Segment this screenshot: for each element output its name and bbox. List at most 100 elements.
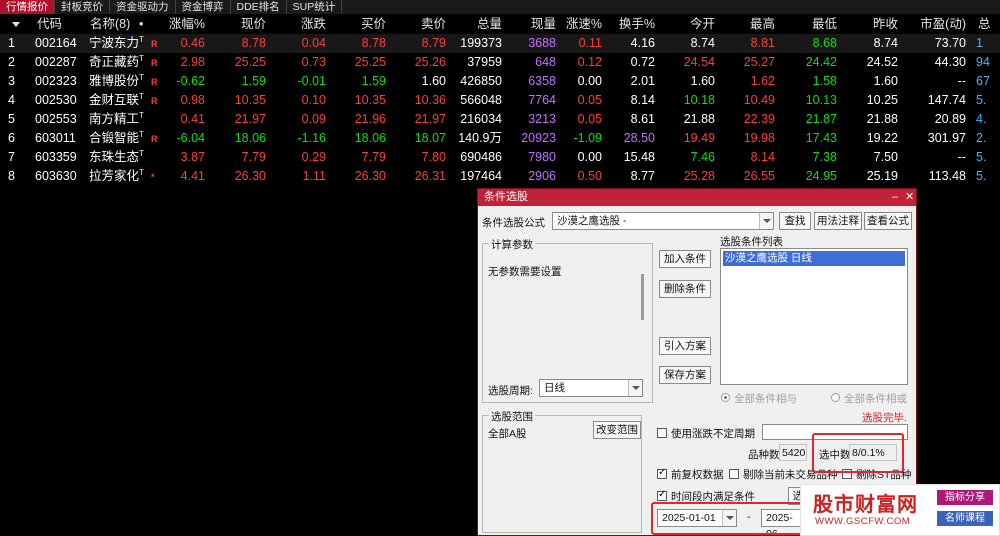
table-row[interactable]: 1 002164 宁波东力 0.46 8.78 0.04 8.78 8.79 199373 368… [0,34,1000,53]
tab-sup-stats[interactable]: SUP统计 [287,0,343,14]
chevron-down-icon[interactable] [628,380,642,396]
column-header[interactable]: 昨收 [850,14,898,34]
formula-select[interactable]: 沙漠之鹰选股 - [552,212,774,230]
minimize-icon[interactable]: – [892,189,898,206]
table-row[interactable]: 5 002553 南方精工 0.41 21.97 0.09 21.96 21.97 216034… [0,110,1000,129]
params-text: 无参数需要设置 [488,266,562,278]
cell-low: 10.13 [805,93,837,107]
cell-open: 8.74 [690,36,715,50]
table-row[interactable]: 4 002530 金财互联 0.98 10.35 0.10 10.35 10.36 566048… [0,91,1000,110]
usage-notes-button[interactable]: 用法注释 [814,212,862,230]
cell-idx: 1 [8,36,15,50]
cell-spd: 0.50 [577,169,602,183]
cell-low: 17.43 [805,131,837,145]
column-header[interactable]: • [139,14,143,34]
cell-chg-pct: 0.46 [180,36,205,50]
cell-pe: -- [957,150,966,164]
column-header[interactable]: 卖价 [400,14,446,34]
cell-price: 18.06 [234,131,266,145]
tab-dde-rank[interactable]: DDE排名 [231,0,287,14]
column-header[interactable]: 总量 [452,14,502,34]
cell-open: 24.54 [683,55,715,69]
close-icon[interactable]: ✕ [905,189,914,206]
table-row[interactable]: 3 002323 雅博股份 -0.62 1.59 -0.01 1.59 1.60 426850 6… [0,72,1000,91]
column-header[interactable]: 最高 [730,14,775,34]
cell-open: 19.49 [683,131,715,145]
table-row[interactable]: 8 603630 拉芳家化 4.41 26.30 1.11 26.30 26.31 197464… [0,167,1000,186]
cell-high: 19.98 [743,131,775,145]
save-plan-button[interactable]: 保存方案 [659,366,711,384]
stock-tag: T [139,54,144,63]
cell-pe: 73.70 [934,36,966,50]
chevron-down-icon[interactable] [759,213,773,229]
change-range-button[interactable]: 改变范围 [593,421,641,439]
find-button[interactable]: 查找 [779,212,811,230]
cell-prev: 24.52 [866,55,898,69]
cell-idx: 7 [8,150,15,164]
column-header[interactable]: 名称(8) [90,14,130,34]
tab-fund-drive[interactable]: 资金驱动力 [110,0,176,14]
cell-code: 002553 [35,112,77,126]
column-header[interactable]: 现量 [508,14,556,34]
cell-low: 24.95 [805,169,837,183]
condition-list[interactable]: 沙漠之鹰选股 日线 [720,248,908,385]
cell-pe: 44.30 [934,55,966,69]
range-value: 全部A股 [488,428,527,440]
cell-bid: 18.06 [354,131,386,145]
remove-untraded-checkbox[interactable] [729,469,739,479]
cell-pe: 301.97 [927,131,966,145]
cell-ask: 26.31 [414,169,446,183]
column-header[interactable]: 换手% [610,14,655,34]
table-row[interactable]: 6 603011 合锻智能 -6.04 18.06 -1.16 18.06 18.07 140.… [0,129,1000,148]
condition-list-item[interactable]: 沙漠之鹰选股 日线 [723,251,905,266]
tab-fund-game[interactable]: 资金博弈 [176,0,231,14]
uncertain-period-checkbox[interactable] [657,428,667,438]
cell-bid: 7.79 [361,150,386,164]
column-header[interactable]: 最低 [790,14,837,34]
tab-quotes[interactable]: 行情报价 [0,0,55,14]
cell-turn: 4.16 [630,36,655,50]
forward-restore-checkbox[interactable] [657,467,667,479]
column-header[interactable]: 涨跌 [280,14,326,34]
column-header[interactable]: 总 [978,14,991,34]
column-header[interactable]: 涨幅% [160,14,205,34]
tab-seal-auction[interactable]: 封板竞价 [55,0,110,14]
period-select[interactable]: 日线 [539,379,643,397]
cell-tot: 94 [976,55,990,69]
column-header[interactable]: 现价 [220,14,266,34]
count-value: 5420 [779,444,807,461]
cell-ask: 21.97 [414,112,446,126]
column-header[interactable]: 涨速% [558,14,602,34]
cell-idx: 2 [8,55,15,69]
column-header[interactable]: 市盈(动) [910,14,966,34]
column-header[interactable]: 代码 [37,14,62,34]
margin-flag: R [151,58,158,68]
delete-condition-button[interactable]: 删除条件 [659,280,711,298]
params-scrollbar[interactable] [641,274,644,320]
stock-tag: T [139,130,144,139]
table-row[interactable]: 2 002287 奇正藏药 2.98 25.25 0.73 25.25 25.26 37959 6… [0,53,1000,72]
cell-prev: 7.50 [873,150,898,164]
cell-prev: 8.74 [873,36,898,50]
cell-chg-pct: -6.04 [176,131,206,145]
cell-chg: -1.16 [297,131,327,145]
cell-turn: 28.50 [623,131,655,145]
cell-vol: 216034 [460,112,502,126]
column-header[interactable]: 买价 [340,14,386,34]
add-condition-button[interactable]: 加入条件 [659,250,711,268]
margin-flag: R [151,39,158,49]
import-plan-button[interactable]: 引入方案 [659,337,711,355]
sort-arrow-icon[interactable] [6,14,20,34]
timerange-checkbox[interactable] [657,489,667,501]
column-header[interactable]: 今开 [670,14,715,34]
radio-and[interactable] [721,393,730,402]
cell-spd: 0.12 [577,55,602,69]
stock-tag: T [139,73,144,82]
table-row[interactable]: 7 603359 东珠生态 3.87 7.79 0.29 7.79 7.80 690486 798… [0,148,1000,167]
cell-code: 603630 [35,169,77,183]
view-formula-button[interactable]: 查看公式 [864,212,912,230]
cell-cur: 648 [535,55,556,69]
cell-high: 10.49 [743,93,775,107]
cell-chg-pct: 4.41 [180,169,205,183]
radio-or[interactable] [831,393,840,402]
